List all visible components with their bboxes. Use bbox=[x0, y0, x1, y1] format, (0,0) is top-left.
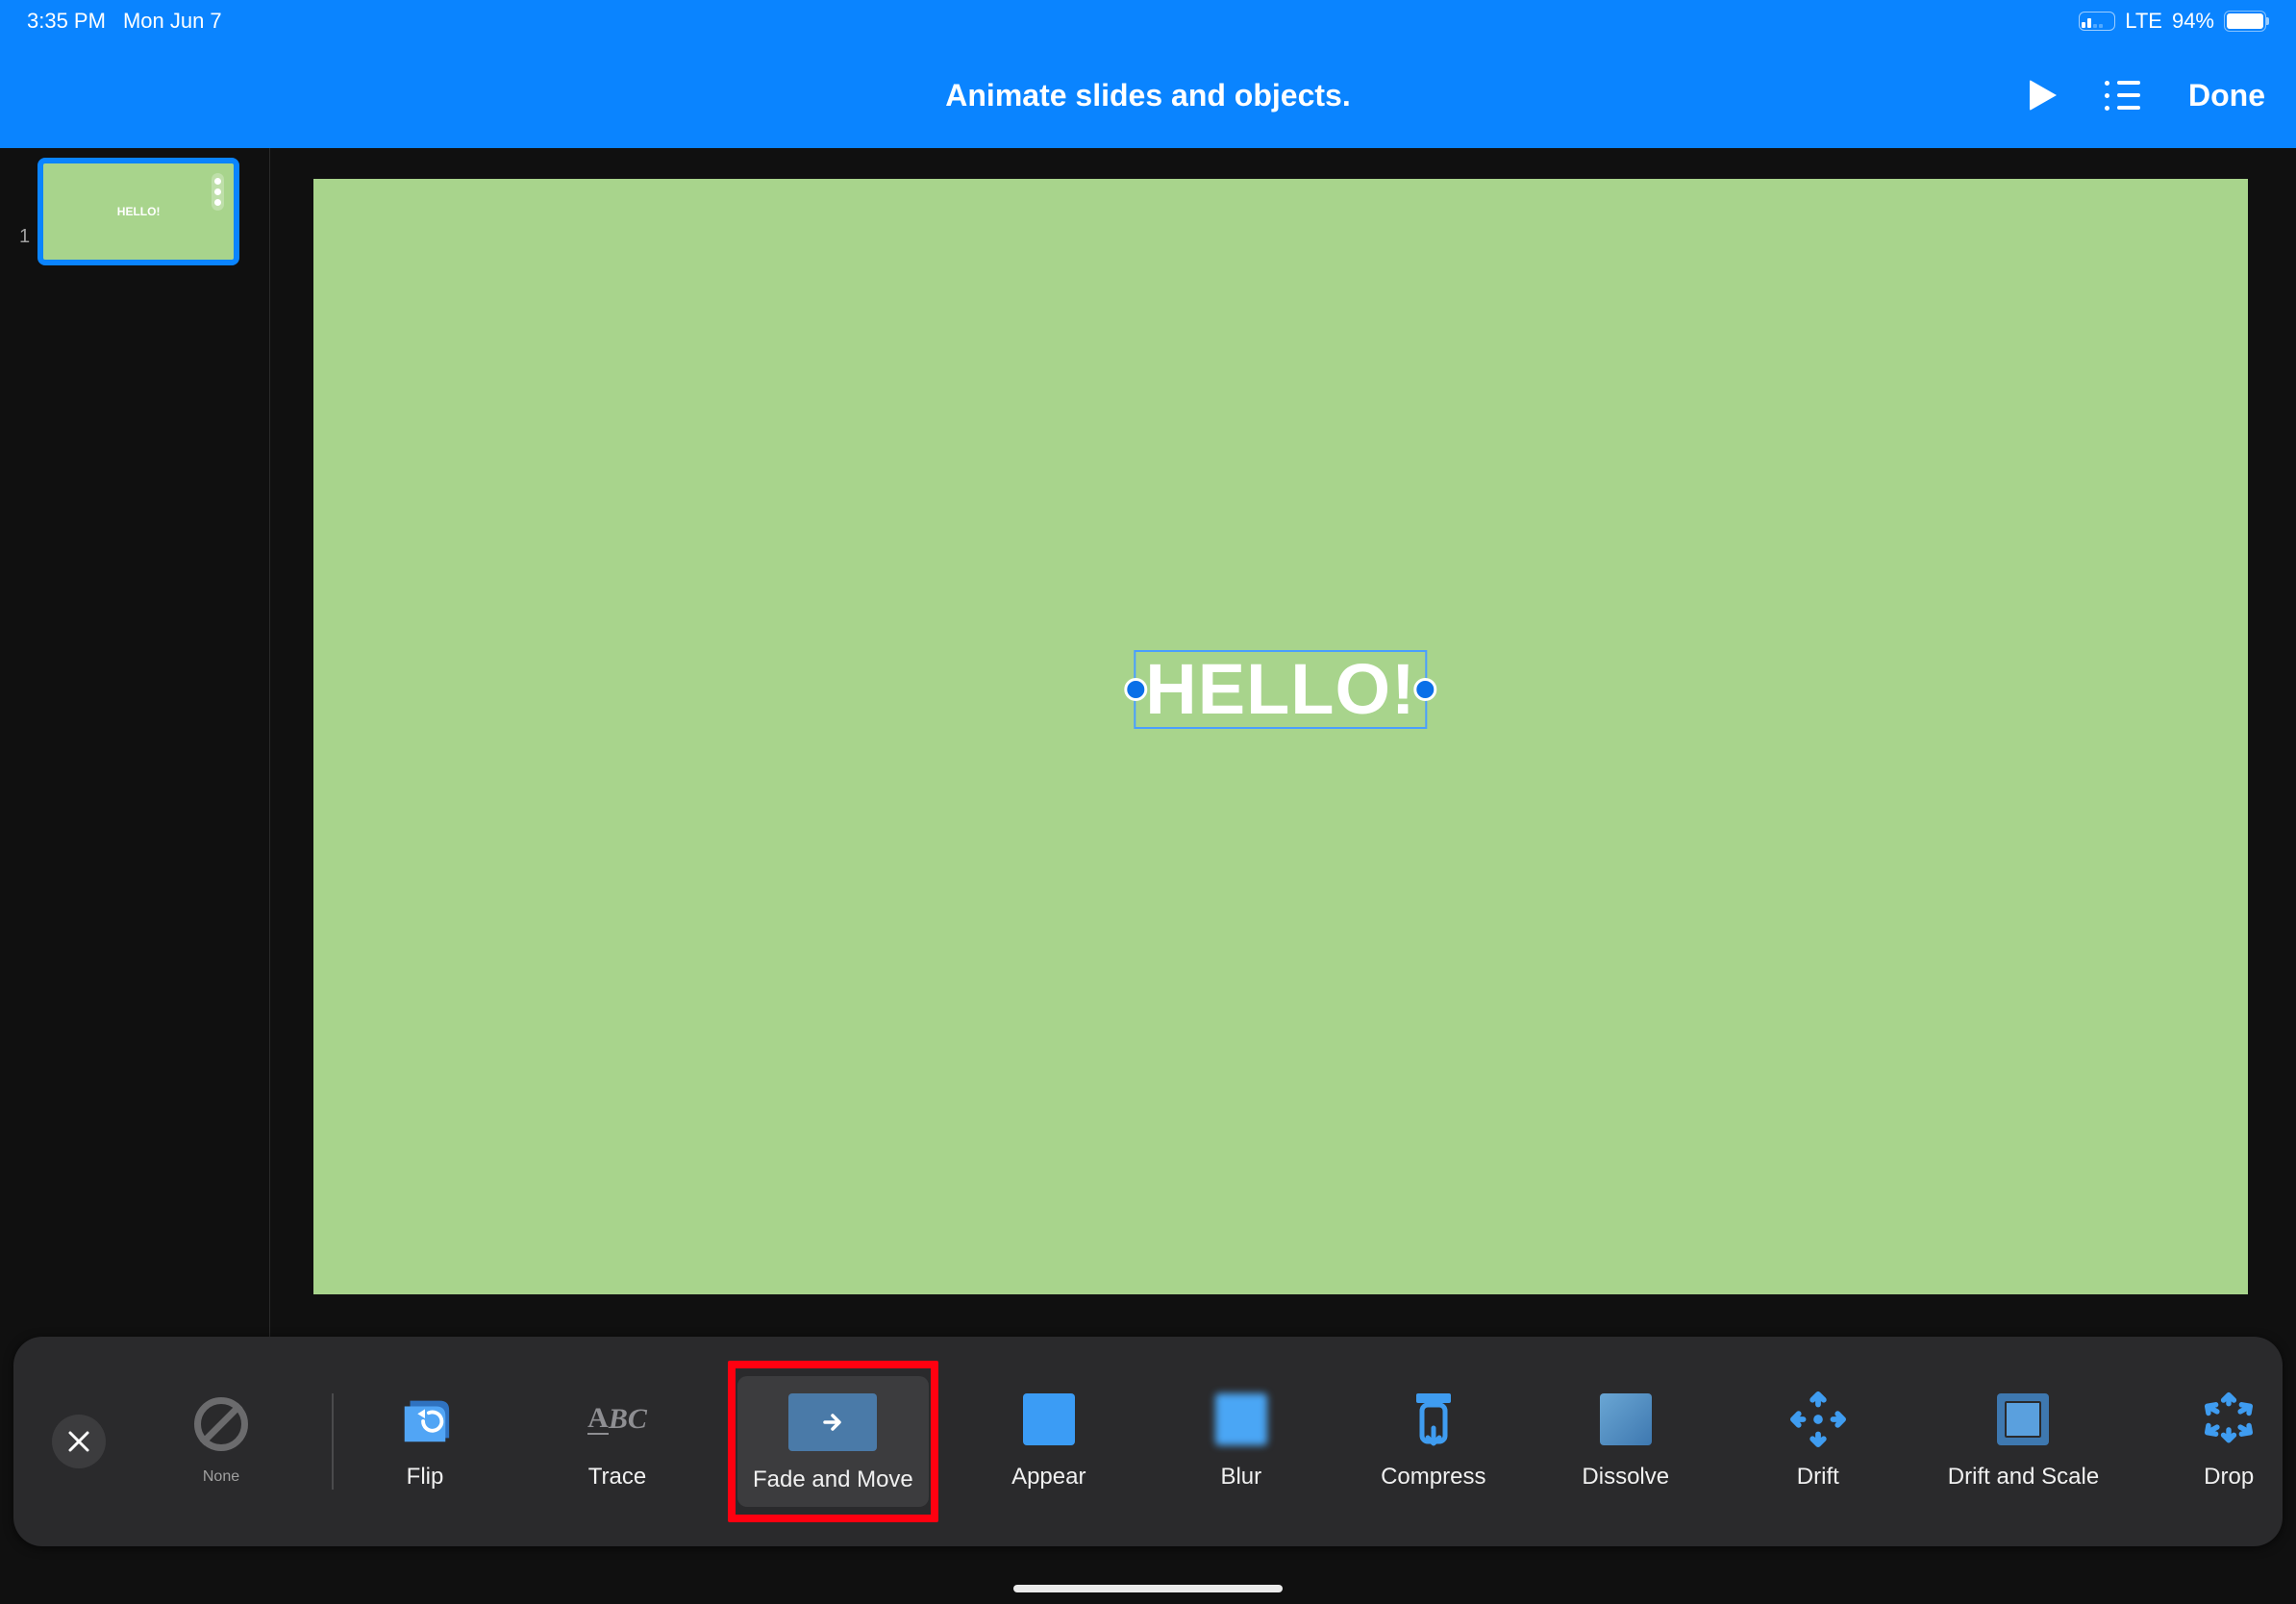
thumbnail-preview-text: HELLO! bbox=[117, 205, 161, 218]
dissolve-icon bbox=[1598, 1392, 1654, 1446]
animation-option-drop[interactable]: Drop bbox=[2166, 1392, 2283, 1491]
slide-thumbnail[interactable]: HELLO! bbox=[37, 158, 239, 265]
sidebar-divider bbox=[269, 148, 270, 1373]
animation-picker-panel: None Flip ABC Trace bbox=[13, 1337, 2283, 1546]
panel-divider bbox=[332, 1393, 334, 1490]
build-order-button[interactable] bbox=[2105, 81, 2140, 111]
animation-option-dissolve[interactable]: Dissolve bbox=[1563, 1392, 1688, 1491]
status-time: 3:35 PM bbox=[27, 9, 106, 34]
slide-text-content: HELLO! bbox=[1145, 649, 1415, 729]
toolbar: Animate slides and objects. Done bbox=[0, 42, 2296, 148]
signal-icon bbox=[2079, 12, 2115, 31]
animation-label: Blur bbox=[1220, 1464, 1261, 1491]
done-button[interactable]: Done bbox=[2188, 78, 2265, 113]
selected-text-object[interactable]: HELLO! bbox=[1134, 650, 1427, 729]
slide-navigator: 1 HELLO! bbox=[0, 148, 269, 1373]
battery-icon bbox=[2224, 11, 2269, 32]
status-date: Mon Jun 7 bbox=[123, 9, 222, 34]
flip-icon bbox=[397, 1392, 453, 1446]
animation-option-blur[interactable]: Blur bbox=[1179, 1392, 1304, 1491]
animation-option-flip[interactable]: Flip bbox=[362, 1392, 487, 1491]
drift-and-scale-icon bbox=[1995, 1392, 2051, 1446]
drift-icon bbox=[1790, 1392, 1846, 1446]
slide-canvas[interactable]: HELLO! bbox=[313, 179, 2248, 1294]
animation-option-none[interactable]: None bbox=[163, 1397, 279, 1486]
toolbar-title: Animate slides and objects. bbox=[0, 78, 2296, 113]
none-icon bbox=[194, 1397, 248, 1451]
compress-icon bbox=[1406, 1392, 1461, 1446]
animation-label: Fade and Move bbox=[753, 1466, 913, 1493]
animation-label: Dissolve bbox=[1582, 1464, 1669, 1491]
status-battery-percent: 94% bbox=[2172, 9, 2214, 34]
animation-indicator-icon bbox=[212, 173, 224, 211]
appear-icon bbox=[1021, 1392, 1077, 1446]
animation-option-trace[interactable]: ABC Trace bbox=[555, 1392, 680, 1491]
animation-label: Drift bbox=[1797, 1464, 1839, 1491]
selection-handle-left[interactable] bbox=[1124, 678, 1147, 701]
slide-thumbnail-row[interactable]: 1 HELLO! bbox=[0, 148, 269, 265]
animation-label: Drift and Scale bbox=[1948, 1464, 2099, 1491]
animation-label: Drop bbox=[2204, 1464, 2254, 1491]
animation-option-drift[interactable]: Drift bbox=[1756, 1392, 1881, 1491]
animation-label: None bbox=[203, 1468, 239, 1486]
animation-options-strip[interactable]: Flip ABC Trace Fade and Move Appear Blur bbox=[362, 1376, 2283, 1507]
animation-option-fade-and-move[interactable]: Fade and Move bbox=[737, 1376, 929, 1507]
animation-label: Trace bbox=[588, 1464, 646, 1491]
animation-label: Compress bbox=[1381, 1464, 1485, 1491]
animation-label: Appear bbox=[1011, 1464, 1086, 1491]
fade-and-move-icon bbox=[788, 1393, 877, 1451]
slide-number: 1 bbox=[19, 226, 30, 248]
status-network: LTE bbox=[2125, 9, 2162, 34]
animation-option-appear[interactable]: Appear bbox=[986, 1392, 1111, 1491]
play-button[interactable] bbox=[2030, 80, 2057, 111]
home-indicator[interactable] bbox=[1013, 1585, 1283, 1592]
close-button[interactable] bbox=[52, 1415, 106, 1468]
animation-option-drift-and-scale[interactable]: Drift and Scale bbox=[1948, 1392, 2099, 1491]
selection-handle-right[interactable] bbox=[1414, 678, 1437, 701]
slide-background bbox=[313, 179, 2248, 1294]
animation-option-compress[interactable]: Compress bbox=[1371, 1392, 1496, 1491]
drop-icon bbox=[2201, 1392, 2257, 1446]
animation-label: Flip bbox=[407, 1464, 444, 1491]
blur-icon bbox=[1213, 1392, 1269, 1446]
status-bar: 3:35 PM Mon Jun 7 LTE 94% bbox=[0, 0, 2296, 42]
trace-icon: ABC bbox=[589, 1392, 645, 1446]
